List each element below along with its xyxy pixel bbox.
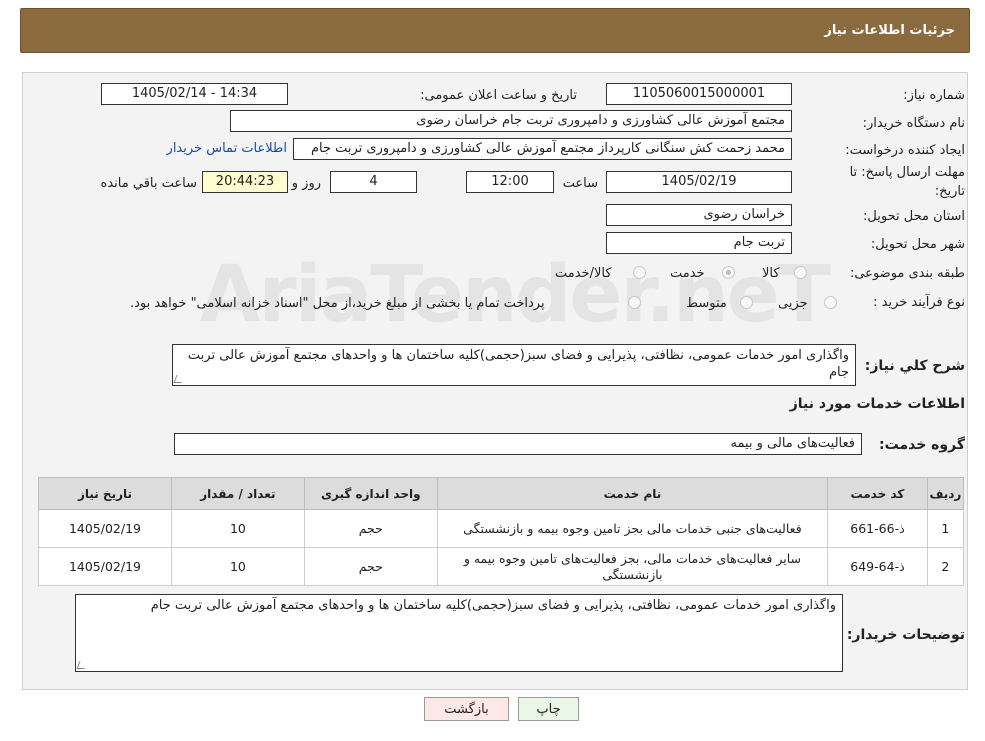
process-radio-minor[interactable] [824,296,837,309]
col-header-code: کد خدمت [827,477,928,510]
category-option-service: خدمت [670,266,705,281]
buyer-notes-textarea[interactable]: واگذاری امور خدمات عمومی، نظافتی، پذیرای… [75,594,843,672]
buyer-contact-link[interactable]: اطلاعات تماس خریدار [167,141,287,156]
category-option-goods-service: کالا/خدمت [555,266,612,281]
deadline-label: مهلت ارسال پاسخ: تا [849,165,965,180]
table-header-row: ردیف کد خدمت نام خدمت واحد اندازه گیری ت… [38,477,965,510]
process-radio-medium[interactable] [740,296,753,309]
cell-index: 2 [926,547,965,586]
deadline-time-field: 12:00 [466,171,554,193]
col-header-qty: تعداد / مقدار [170,477,305,510]
cell-name: سایر فعالیت‌های خدمات مالی، بجز فعالیت‌ه… [436,547,829,586]
cell-qty: 10 [170,547,305,586]
cell-qty: 10 [170,509,305,548]
deadline-label-date: تاریخ: [934,184,965,199]
remaining-time-field: 20:44:23 [202,171,288,193]
requester-label: ایجاد کننده درخواست: [845,143,965,158]
resize-grip-icon[interactable] [173,375,185,383]
process-label: نوع فرآیند خرید : [873,295,965,310]
print-button[interactable]: چاپ [518,697,579,721]
treasury-checkbox[interactable] [628,296,641,309]
need-number-field: 1105060015000001 [606,83,792,105]
buyer-field: مجتمع آموزش عالی کشاورزی و دامپروری تربت… [230,110,792,132]
page-title: جزئیات اطلاعات نیاز [824,23,955,38]
services-section-title: اطلاعات خدمات مورد نیاز [789,396,965,412]
cell-code: ذ-66-661 [827,509,928,548]
buyer-label: نام دستگاه خریدار: [862,116,965,131]
services-table: ردیف کد خدمت نام خدمت واحد اندازه گیری ت… [38,477,965,586]
buyer-notes-text: واگذاری امور خدمات عمومی، نظافتی، پذیرای… [150,598,836,613]
summary-label: شرح کلي نیاز: [864,358,965,374]
col-header-date: تاریخ نیاز [38,477,172,510]
table-row: 1 ذ-66-661 فعالیت‌های جنبی خدمات مالی بج… [38,509,965,548]
requester-field: محمد زحمت کش سنگانی کارپرداز مجتمع آموزش… [293,138,792,160]
days-field: 4 [330,171,417,193]
summary-text: واگذاری امور خدمات عمومی، نظافتی، پذیرای… [187,348,849,380]
cell-unit: حجم [303,509,438,548]
category-radio-goods-service[interactable] [633,266,646,279]
deadline-time-label: ساعت [562,176,598,191]
col-header-unit: واحد اندازه گیری [303,477,438,510]
page-header: جزئیات اطلاعات نیاز [20,8,970,53]
cell-name: فعالیت‌های جنبی خدمات مالی بجز تامین وجو… [436,509,829,548]
category-radio-goods[interactable] [794,266,807,279]
col-header-name: نام خدمت [436,477,829,510]
resize-grip-icon[interactable] [76,661,88,669]
announce-label: تاریخ و ساعت اعلان عمومی: [420,88,577,103]
city-label: شهر محل تحویل: [870,237,965,252]
announce-field: 1405/02/14 - 14:34 [101,83,288,105]
col-header-index: ردیف [926,477,965,510]
days-label: روز و [291,176,321,191]
table-row: 2 ذ-64-649 سایر فعالیت‌های خدمات مالی، ب… [38,547,965,586]
process-option-medium: متوسط [686,296,727,311]
province-label: استان محل تحویل: [863,209,965,224]
back-button[interactable]: بازگشت [424,697,509,721]
process-option-minor: جزیی [778,296,808,311]
city-field: تربت جام [606,232,792,254]
category-option-goods: کالا [762,266,780,281]
cell-index: 1 [926,509,965,548]
category-label: طبقه بندی موضوعی: [849,266,965,281]
service-group-field: فعالیت‌های مالی و بیمه [174,433,862,455]
category-radio-service[interactable] [722,266,735,279]
need-number-label: شماره نیاز: [903,88,965,103]
summary-textarea[interactable]: واگذاری امور خدمات عمومی، نظافتی، پذیرای… [172,344,856,386]
deadline-date-field: 1405/02/19 [606,171,792,193]
province-field: خراسان رضوی [606,204,792,226]
service-group-label: گروه خدمت: [879,437,965,453]
cell-date: 1405/02/19 [38,547,172,586]
cell-code: ذ-64-649 [827,547,928,586]
cell-unit: حجم [303,547,438,586]
treasury-note: پرداخت تمام یا بخشی از مبلغ خرید،از محل … [130,296,545,311]
buyer-notes-label: توضیحات خریدار: [846,627,965,643]
remaining-label: ساعت باقي مانده [100,176,197,191]
cell-date: 1405/02/19 [38,509,172,548]
